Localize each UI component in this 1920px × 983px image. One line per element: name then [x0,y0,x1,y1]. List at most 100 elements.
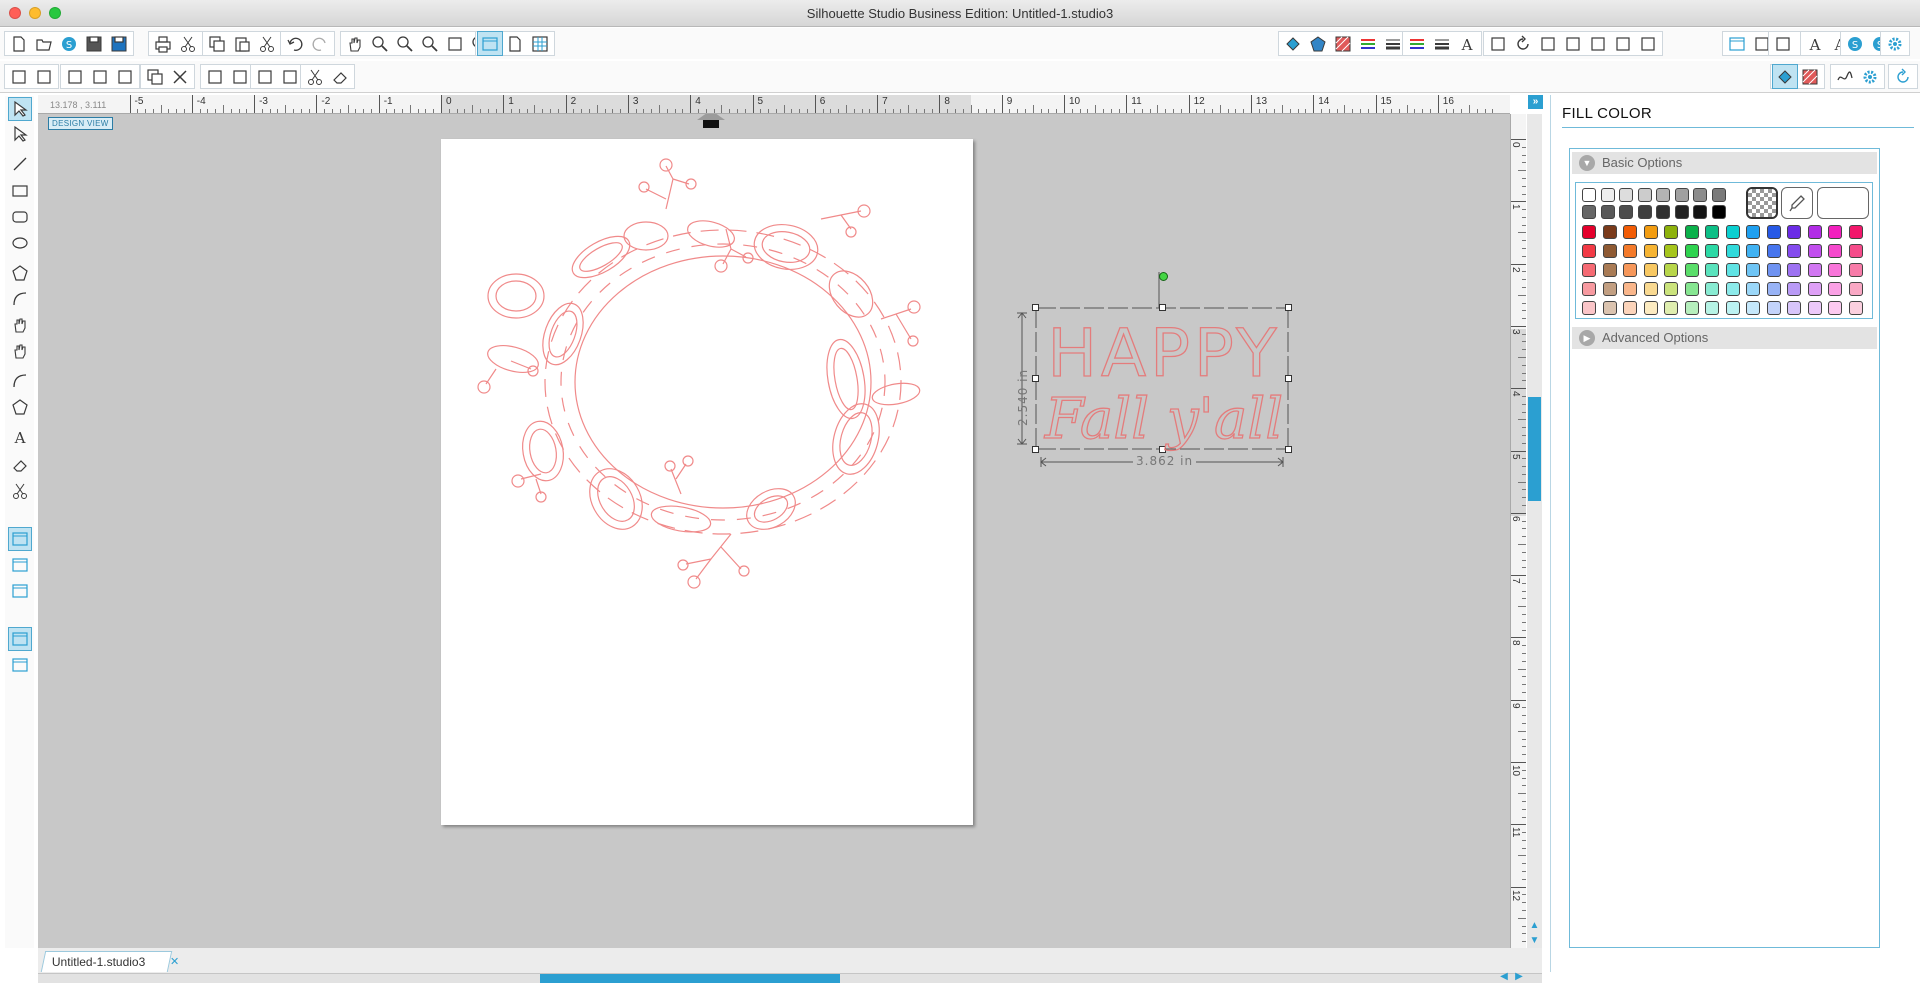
color-swatch[interactable] [1602,244,1617,258]
color-swatch[interactable] [1787,225,1801,239]
store-view-icon[interactable] [9,580,31,602]
group-icon[interactable] [63,65,87,88]
fit-to-window-icon[interactable] [443,32,467,55]
color-swatch[interactable] [1637,188,1652,202]
ungroup-icon[interactable] [88,65,112,88]
draw-panel-icon[interactable] [477,31,503,56]
color-swatch[interactable] [1619,205,1633,219]
weld-icon[interactable] [253,65,277,88]
sketch-icon[interactable] [1833,65,1857,88]
color-swatch[interactable] [1807,282,1822,296]
color-swatch[interactable] [1828,244,1842,258]
color-swatch[interactable] [1725,244,1740,258]
fill-gradient-icon[interactable] [1306,32,1330,55]
horizontal-scrollbar[interactable]: ◀ ▶ [38,971,1542,983]
media-icon[interactable] [1771,32,1795,55]
grid-icon[interactable] [528,32,552,55]
close-tab-icon[interactable]: ✕ [170,955,179,968]
color-swatch[interactable] [1848,282,1863,296]
color-swatch[interactable] [1656,188,1670,202]
color-swatch[interactable] [1684,282,1699,296]
bring-front-icon[interactable] [203,65,227,88]
color-swatch[interactable] [1725,263,1740,277]
duplicate-icon[interactable] [143,65,167,88]
color-swatch[interactable] [1664,244,1678,258]
undo-icon[interactable] [283,32,307,55]
color-swatch[interactable] [1684,244,1699,258]
color-swatch[interactable] [1643,263,1658,277]
color-swatch[interactable] [1582,188,1596,202]
color-swatch[interactable] [1582,225,1596,239]
color-swatch[interactable] [1582,244,1596,258]
color-swatch[interactable] [1725,225,1740,239]
design-canvas[interactable]: DESIGN VIEW HAPPY Fall y'all 2.540 in 3.… [38,114,1510,948]
color-swatch[interactable] [1637,205,1652,219]
mirror-icon[interactable] [1586,32,1610,55]
color-swatch[interactable] [1602,225,1617,239]
wreath-design[interactable] [441,139,973,825]
fill-pattern-panel-icon[interactable] [1798,65,1822,88]
advanced-options-toggle[interactable]: ▶ Advanced Options [1572,327,1877,349]
rotate-handle[interactable] [1159,272,1168,281]
refresh-icon[interactable] [1891,65,1915,88]
color-swatch[interactable] [1674,188,1689,202]
color-swatch[interactable] [1664,263,1678,277]
color-swatch[interactable] [1807,263,1822,277]
curve-tool-icon[interactable] [9,288,31,310]
scroll-right-arrow[interactable]: ▶ [1513,971,1525,983]
color-swatch[interactable] [1643,244,1658,258]
color-swatch[interactable] [1807,301,1822,315]
collapse-panel-icon[interactable]: » [1528,95,1543,109]
rectangle-tool-icon[interactable] [9,180,31,202]
fill-panel-icon[interactable] [1772,64,1798,89]
scroll-down-arrow[interactable]: ▼ [1528,934,1541,947]
vertical-scroll-thumb[interactable] [1528,397,1541,501]
library-view-icon[interactable] [9,554,31,576]
color-swatch[interactable] [1674,205,1689,219]
color-swatch[interactable] [1766,282,1781,296]
color-swatch[interactable] [1828,301,1842,315]
color-swatch[interactable] [1746,263,1760,277]
split-panel-icon[interactable] [9,654,31,676]
color-swatch[interactable] [1684,301,1699,315]
color-swatch[interactable] [1582,205,1596,219]
library-icon[interactable]: S [1843,32,1867,55]
zoom-out-icon[interactable] [393,32,417,55]
eyedropper-button[interactable] [1781,187,1813,219]
shear-icon[interactable] [1561,32,1585,55]
ellipse-tool-icon[interactable] [9,232,31,254]
color-swatch[interactable] [1705,263,1719,277]
color-swatch[interactable] [1705,244,1719,258]
basic-options-toggle[interactable]: ▼ Basic Options [1572,152,1877,174]
open-folder-icon[interactable] [32,32,56,55]
color-swatch[interactable] [1602,263,1617,277]
color-swatch[interactable] [1766,225,1781,239]
cut-settings-icon[interactable] [1858,65,1882,88]
color-swatch[interactable] [1807,225,1822,239]
page-setup-icon[interactable] [503,32,527,55]
document-tab[interactable]: Untitled-1.studio3 [40,951,173,972]
color-swatch[interactable] [1582,282,1596,296]
color-swatch[interactable] [1619,188,1633,202]
color-swatch[interactable] [1705,282,1719,296]
transform-icon[interactable] [1486,32,1510,55]
fill-color-icon[interactable] [1281,32,1305,55]
smooth-freehand-tool-icon[interactable] [9,340,31,362]
color-swatch[interactable] [1711,188,1726,202]
color-swatch[interactable] [1623,282,1637,296]
trace-icon[interactable] [1636,32,1660,55]
text-style-icon[interactable]: A [1455,32,1479,55]
color-swatch[interactable] [1807,244,1822,258]
color-swatch[interactable] [1582,301,1596,315]
select-all-icon[interactable] [7,65,31,88]
eraser-panel-icon[interactable] [328,65,352,88]
color-swatch[interactable] [1787,263,1801,277]
color-swatch[interactable] [1664,282,1678,296]
polygon-tool-icon[interactable] [9,262,31,284]
line-color-2-icon[interactable] [1405,32,1429,55]
copy-icon[interactable] [205,32,229,55]
happy-fall-text[interactable]: HAPPY Fall y'all [1036,308,1292,458]
color-swatch[interactable] [1693,188,1707,202]
line-width-icon[interactable] [1430,32,1454,55]
color-swatch[interactable] [1848,225,1863,239]
